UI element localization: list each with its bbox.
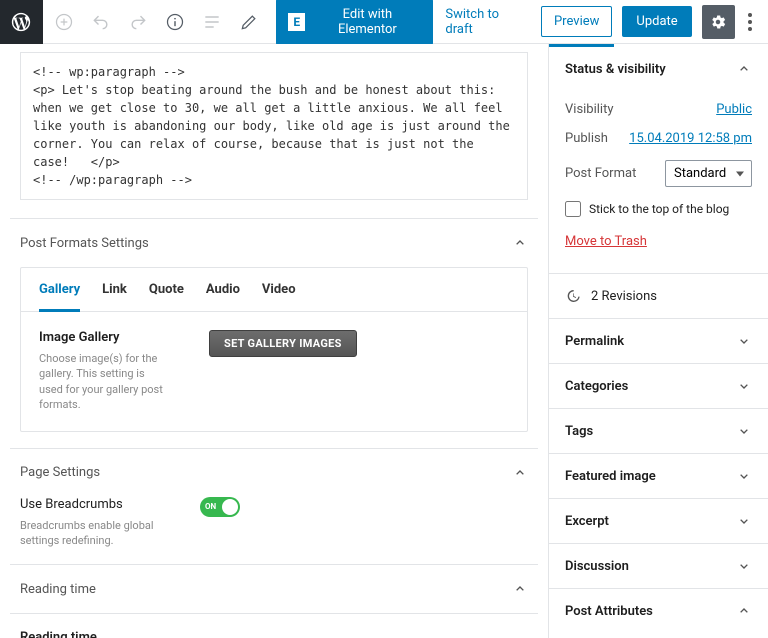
tab-quote[interactable]: Quote (149, 282, 184, 311)
reading-time-label: Reading time (20, 630, 528, 638)
reading-time-toggle[interactable]: Reading time (20, 581, 528, 597)
outline-button[interactable] (194, 4, 229, 40)
tab-link[interactable]: Link (102, 282, 127, 311)
redo-button[interactable] (120, 4, 155, 40)
breadcrumbs-desc: Breadcrumbs enable global settings redef… (20, 518, 160, 549)
stick-top-checkbox[interactable] (565, 201, 581, 217)
switch-to-draft-link[interactable]: Switch to draft (437, 0, 535, 45)
breadcrumbs-toggle[interactable]: ON (200, 497, 240, 517)
chevron-up-icon (512, 235, 528, 251)
reading-time-section-title: Reading time (20, 582, 96, 597)
gallery-desc: Choose image(s) for the gallery. This se… (39, 351, 169, 413)
stick-top-label: Stick to the top of the blog (589, 202, 729, 216)
tab-gallery[interactable]: Gallery (39, 282, 80, 312)
chevron-down-icon (736, 468, 752, 484)
tab-video[interactable]: Video (262, 282, 296, 311)
tags-toggle[interactable]: Tags (549, 409, 768, 453)
breadcrumbs-label: Use Breadcrumbs (20, 497, 160, 512)
code-paragraph-box[interactable]: <!-- wp:paragraph --> <p> Let's stop bea… (20, 52, 528, 200)
chevron-up-icon (736, 603, 752, 619)
page-settings-title: Page Settings (20, 465, 100, 480)
history-icon (565, 288, 581, 304)
edit-pencil-button[interactable] (231, 4, 266, 40)
post-formats-toggle[interactable]: Post Formats Settings (20, 235, 528, 251)
post-attributes-toggle[interactable]: Post Attributes (549, 589, 768, 633)
visibility-label: Visibility (565, 102, 614, 117)
undo-button[interactable] (84, 4, 119, 40)
chevron-down-icon (736, 558, 752, 574)
discussion-toggle[interactable]: Discussion (549, 544, 768, 588)
post-format-select[interactable]: Standard (665, 160, 752, 187)
update-button[interactable]: Update (622, 6, 691, 37)
preview-button[interactable]: Preview (541, 6, 612, 37)
wordpress-logo[interactable] (0, 0, 43, 44)
info-button[interactable] (157, 4, 192, 40)
revisions-label: 2 Revisions (591, 289, 657, 304)
chevron-down-icon (736, 333, 752, 349)
post-formats-title: Post Formats Settings (20, 236, 149, 251)
chevron-up-icon (512, 465, 528, 481)
chevron-down-icon (736, 378, 752, 394)
move-to-trash-link[interactable]: Move to Trash (565, 234, 647, 249)
revisions-row[interactable]: 2 Revisions (549, 274, 768, 318)
excerpt-toggle[interactable]: Excerpt (549, 499, 768, 543)
status-visibility-toggle[interactable]: Status & visibility (549, 47, 768, 91)
chevron-up-icon (736, 61, 752, 77)
post-format-label: Post Format (565, 166, 636, 181)
featured-image-toggle[interactable]: Featured image (549, 454, 768, 498)
gallery-title: Image Gallery (39, 330, 169, 345)
chevron-up-icon (512, 581, 528, 597)
edit-elementor-button[interactable]: E Edit with Elementor (276, 0, 433, 45)
page-settings-toggle[interactable]: Page Settings (20, 465, 528, 481)
publish-value-link[interactable]: 15.04.2019 12:58 pm (629, 131, 752, 146)
tab-audio[interactable]: Audio (206, 282, 240, 311)
elementor-label: Edit with Elementor (313, 7, 421, 37)
chevron-down-icon (736, 513, 752, 529)
categories-toggle[interactable]: Categories (549, 364, 768, 408)
add-block-button[interactable] (47, 4, 82, 40)
permalink-toggle[interactable]: Permalink (549, 319, 768, 363)
elementor-icon: E (288, 13, 305, 31)
settings-gear-button[interactable] (702, 5, 735, 39)
chevron-down-icon (736, 423, 752, 439)
more-menu-button[interactable] (741, 5, 760, 39)
set-gallery-images-button[interactable]: SET GALLERY IMAGES (209, 330, 357, 357)
visibility-value-link[interactable]: Public (716, 102, 752, 117)
publish-label: Publish (565, 131, 608, 146)
